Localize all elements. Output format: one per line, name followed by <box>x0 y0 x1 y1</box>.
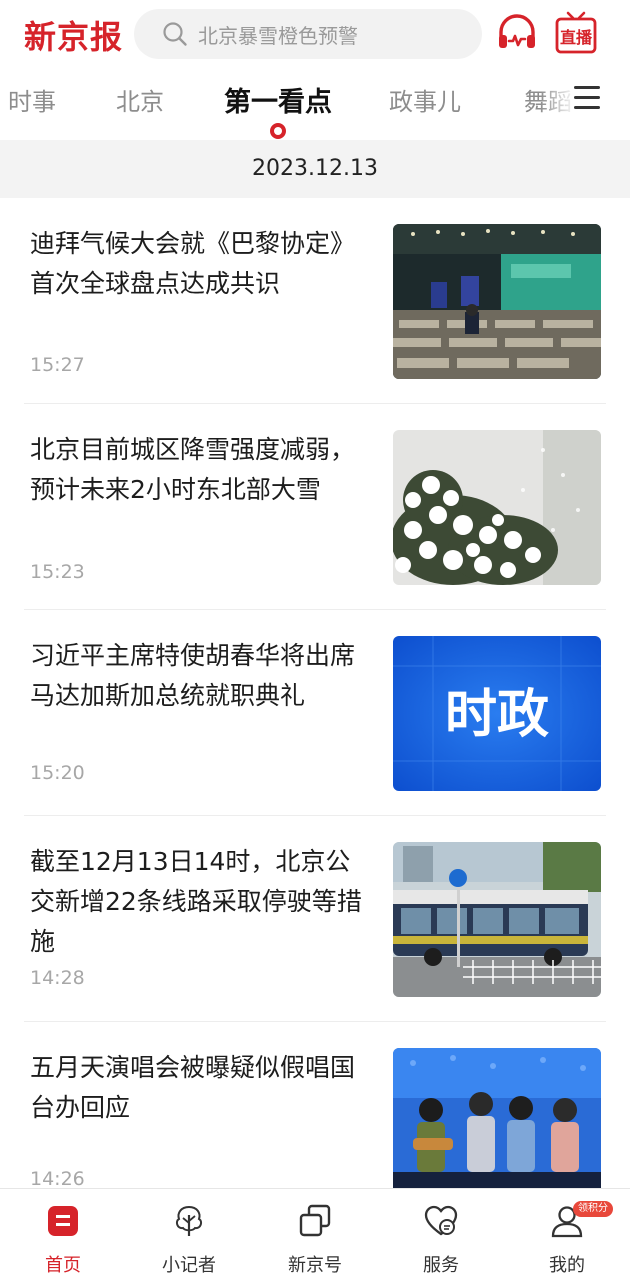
news-feed: 迪拜气候大会就《巴黎协定》首次全球盘点达成共识 15:27 北京目前城区降雪强度… <box>0 198 630 1188</box>
nav-service[interactable]: 服务 <box>391 1189 491 1280</box>
tab-shishi[interactable]: 时事 <box>8 82 56 117</box>
nav-home-label: 首页 <box>45 1255 81 1276</box>
active-tab-indicator <box>270 123 286 139</box>
search-placeholder: 北京暴雪橙色预警 <box>198 23 358 48</box>
points-badge: 领积分 <box>573 1201 613 1217</box>
news-item[interactable]: 迪拜气候大会就《巴黎协定》首次全球盘点达成共识 15:27 <box>24 198 606 404</box>
news-time: 15:27 <box>30 354 85 376</box>
nav-xinjinghao-label: 新京号 <box>288 1255 342 1276</box>
nav-reporter-label: 小记者 <box>162 1255 216 1276</box>
politics-banner-text: 时政 <box>445 685 549 745</box>
news-title[interactable]: 习近平主席特使胡春华将出席马达加斯加总统就职典礼 <box>30 636 370 716</box>
city-bus-photo[interactable] <box>393 842 601 997</box>
home-icon <box>45 1203 81 1239</box>
news-item[interactable]: 北京目前城区降雪强度减弱，预计未来2小时东北部大雪 15:23 <box>24 404 606 610</box>
tree-icon <box>171 1203 207 1239</box>
live-label: 直播 <box>560 28 593 47</box>
nav-home[interactable]: 首页 <box>13 1189 113 1280</box>
news-time: 15:20 <box>30 762 85 784</box>
heart-chat-icon <box>423 1203 459 1239</box>
stack-icon <box>297 1203 333 1239</box>
conference-hall-photo[interactable] <box>393 224 601 379</box>
search-bar[interactable]: 北京暴雪橙色预警 <box>134 9 482 59</box>
brand-logo[interactable]: 新京报 <box>24 12 123 58</box>
tab-beijing[interactable]: 北京 <box>116 82 164 117</box>
news-title[interactable]: 截至12月13日14时，北京公交新增22条线路采取停驶等措施 <box>30 842 370 962</box>
nav-mine-label: 我的 <box>549 1255 585 1276</box>
news-item[interactable]: 习近平主席特使胡春华将出席马达加斯加总统就职典礼 15:20 时政 <box>24 610 606 816</box>
band-concert-photo[interactable] <box>393 1048 601 1188</box>
bottom-nav: 首页 小记者 新京号 服务 领积分 我的 <box>0 1188 630 1280</box>
date-bar: 2023.12.13 <box>0 140 630 198</box>
news-item[interactable]: 截至12月13日14时，北京公交新增22条线路采取停驶等措施 14:28 <box>24 816 606 1022</box>
search-icon <box>162 21 188 47</box>
nav-reporter[interactable]: 小记者 <box>139 1189 239 1280</box>
tab-diyikandian[interactable]: 第一看点 <box>224 80 332 119</box>
headphones-icon[interactable] <box>494 10 540 56</box>
news-title[interactable]: 五月天演唱会被曝疑似假唱国台办回应 <box>30 1048 370 1128</box>
news-title[interactable]: 迪拜气候大会就《巴黎协定》首次全球盘点达成共识 <box>30 224 370 304</box>
nav-service-label: 服务 <box>423 1255 459 1276</box>
nav-xinjinghao[interactable]: 新京号 <box>265 1189 365 1280</box>
news-time: 14:26 <box>30 1168 85 1188</box>
tab-zhengshier[interactable]: 政事儿 <box>389 82 461 117</box>
nav-mine[interactable]: 领积分 我的 <box>517 1189 617 1280</box>
politics-banner[interactable]: 时政 <box>393 636 601 791</box>
news-item[interactable]: 五月天演唱会被曝疑似假唱国台办回应 14:26 <box>24 1022 606 1188</box>
menu-icon[interactable] <box>574 86 600 110</box>
news-time: 15:23 <box>30 561 85 583</box>
news-time: 14:28 <box>30 967 85 989</box>
channel-tabs: 时事 北京 第一看点 政事儿 舞蹈 <box>0 68 630 140</box>
news-title[interactable]: 北京目前城区降雪强度减弱，预计未来2小时东北部大雪 <box>30 430 370 510</box>
top-header: 新京报 北京暴雪橙色预警 直播 <box>0 0 630 68</box>
live-broadcast-icon[interactable]: 直播 <box>553 10 599 56</box>
snow-covered-plant-photo[interactable] <box>393 430 601 585</box>
